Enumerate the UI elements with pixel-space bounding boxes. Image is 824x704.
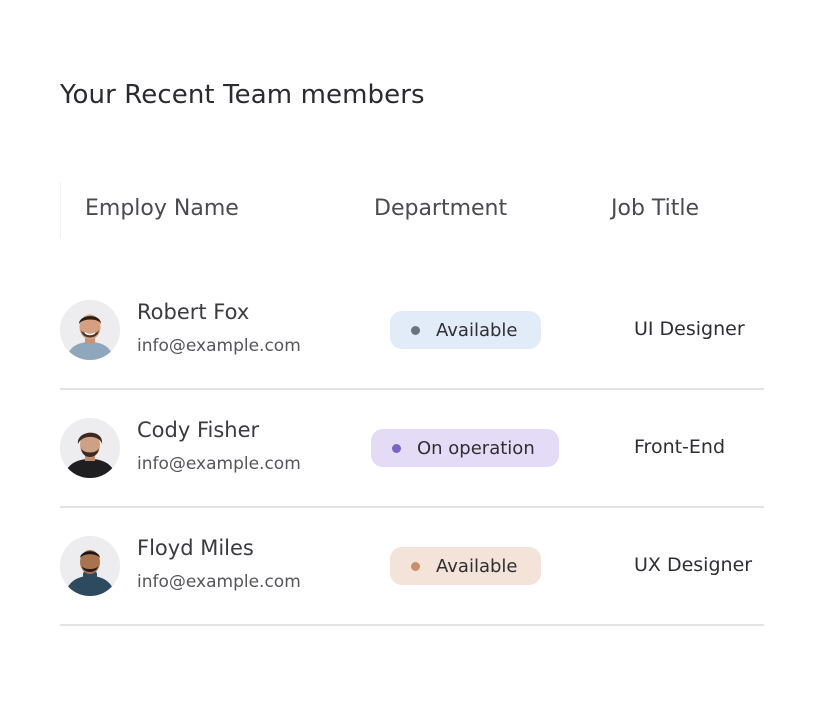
member-name: Cody Fisher: [137, 418, 260, 442]
status-badge: Available: [390, 547, 541, 585]
table-row[interactable]: Floyd Miles info@example.com Available U…: [60, 506, 764, 626]
avatar[interactable]: [60, 300, 120, 360]
status-dot-icon: [411, 325, 420, 335]
team-members-card: Your Recent Team members Employ Name Dep…: [0, 0, 824, 704]
job-title: UI Designer: [634, 318, 745, 340]
avatar[interactable]: [60, 418, 120, 478]
job-title: Front-End: [634, 436, 726, 458]
page-title: Your Recent Team members: [60, 80, 425, 110]
job-title: UX Designer: [634, 554, 753, 576]
column-header-employee-name[interactable]: Employ Name: [85, 196, 239, 221]
man-portrait-icon: [60, 418, 120, 478]
table-row[interactable]: Robert Fox info@example.com Available UI…: [60, 270, 764, 390]
status-badge: Available: [390, 311, 541, 349]
status-dot-icon: [411, 561, 420, 571]
status-label: On operation: [417, 437, 535, 459]
avatar[interactable]: [60, 536, 120, 596]
member-email[interactable]: info@example.com: [137, 454, 301, 474]
member-email[interactable]: info@example.com: [137, 572, 301, 592]
column-header-job-title[interactable]: Job Title: [611, 196, 699, 221]
table-row[interactable]: Cody Fisher info@example.com On operatio…: [60, 388, 764, 508]
member-name: Robert Fox: [137, 300, 250, 324]
man-portrait-icon: [60, 300, 120, 360]
column-header-department[interactable]: Department: [374, 196, 507, 221]
status-badge: On operation: [371, 429, 559, 467]
member-name: Floyd Miles: [137, 536, 254, 560]
status-dot-icon: [392, 443, 401, 453]
man-portrait-icon: [60, 536, 120, 596]
status-label: Available: [436, 555, 518, 577]
status-label: Available: [436, 319, 518, 341]
table-header: Employ Name Department Job Title: [60, 182, 761, 238]
member-email[interactable]: info@example.com: [137, 336, 301, 356]
